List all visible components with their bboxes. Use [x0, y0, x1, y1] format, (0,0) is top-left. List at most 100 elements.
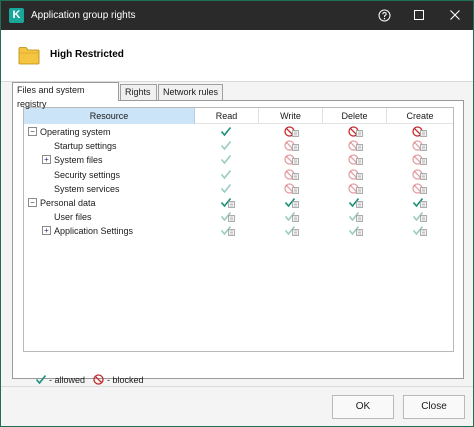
right-cell-delete[interactable]: [323, 153, 387, 167]
inherited-marker-icon: [292, 158, 299, 166]
right-cell-read[interactable]: [195, 182, 259, 196]
dialog-content: Files and system registry Rights Network…: [1, 82, 473, 386]
maximize-icon: [414, 10, 424, 20]
right-cell-read[interactable]: [195, 153, 259, 167]
group-name: High Restricted: [50, 49, 124, 60]
tab-network-rules[interactable]: Network rules: [158, 84, 223, 100]
column-header-write[interactable]: Write: [259, 108, 323, 124]
help-button[interactable]: [367, 1, 401, 30]
right-cell-create[interactable]: [387, 153, 451, 167]
column-header-create[interactable]: Create: [387, 108, 453, 124]
expand-icon[interactable]: +: [42, 155, 51, 165]
right-cell-read[interactable]: [195, 210, 259, 224]
right-cell-write[interactable]: [259, 210, 323, 224]
collapse-icon[interactable]: −: [28, 198, 37, 207]
inherited-marker-icon: [420, 158, 427, 166]
right-cell-create[interactable]: [387, 182, 451, 196]
legend-blocked-label: - blocked: [107, 375, 144, 385]
inherited-marker-icon: [420, 172, 427, 180]
inherited-marker-icon: [420, 229, 427, 237]
right-cell-delete[interactable]: [323, 196, 387, 210]
inherited-marker-icon: [420, 144, 427, 152]
inherited-marker-icon: [420, 201, 427, 208]
rights-grid[interactable]: Resource Read Write Delete Create − Opera…: [23, 107, 454, 352]
table-row[interactable]: + System files: [24, 153, 453, 167]
right-cell-delete[interactable]: [323, 224, 387, 238]
legend-allowed-label: - allowed: [49, 375, 86, 385]
right-cell-create[interactable]: [387, 168, 451, 182]
table-row[interactable]: Security settings: [24, 168, 453, 182]
right-cell-create[interactable]: [387, 210, 451, 224]
right-cell-delete[interactable]: [323, 125, 387, 139]
table-row[interactable]: + Application Settings: [24, 224, 453, 238]
dialog-header: High Restricted: [1, 30, 473, 82]
tab-files-and-system-registry[interactable]: Files and system registry: [12, 82, 119, 109]
title-bar: K Application group rights: [1, 1, 473, 30]
right-cell-delete[interactable]: [323, 168, 387, 182]
inherited-marker-icon: [292, 201, 299, 208]
inherited-marker-icon: [228, 215, 235, 223]
inherited-marker-icon: [356, 229, 363, 237]
inherited-marker-icon: [356, 215, 363, 223]
inherited-marker-icon: [420, 215, 427, 223]
resource-label: System services: [54, 183, 120, 194]
table-row[interactable]: − Personal data: [24, 196, 453, 210]
resource-label: Application Settings: [54, 226, 134, 237]
column-header-delete[interactable]: Delete: [323, 108, 387, 124]
expand-icon[interactable]: +: [42, 226, 51, 236]
inherited-marker-icon: [420, 186, 427, 194]
right-cell-write[interactable]: [259, 196, 323, 210]
right-cell-write[interactable]: [259, 153, 323, 167]
right-cell-create[interactable]: [387, 125, 451, 139]
allowed-check-icon: [220, 169, 232, 179]
inherited-marker-icon: [292, 186, 299, 194]
help-icon: [378, 9, 391, 22]
close-button[interactable]: Close: [403, 395, 465, 419]
inherited-marker-icon: [356, 186, 363, 194]
right-cell-write[interactable]: [259, 224, 323, 238]
resource-label: User files: [54, 212, 92, 223]
right-cell-delete[interactable]: [323, 210, 387, 224]
right-cell-create[interactable]: [387, 196, 451, 210]
window-title: Application group rights: [31, 10, 136, 21]
inherited-marker-icon: [356, 130, 363, 137]
right-cell-delete[interactable]: [323, 182, 387, 196]
resource-label: Personal data: [40, 198, 96, 208]
inherited-marker-icon: [356, 172, 363, 180]
right-cell-create[interactable]: [387, 224, 451, 238]
right-cell-read[interactable]: [195, 196, 259, 210]
inherited-marker-icon: [420, 130, 427, 137]
right-cell-create[interactable]: [387, 139, 451, 153]
right-cell-read[interactable]: [195, 224, 259, 238]
inherited-marker-icon: [356, 144, 363, 152]
right-cell-read[interactable]: [195, 125, 259, 139]
maximize-button[interactable]: [402, 1, 436, 30]
collapse-icon[interactable]: −: [28, 127, 37, 136]
right-cell-write[interactable]: [259, 125, 323, 139]
right-cell-write[interactable]: [259, 182, 323, 196]
allowed-check-icon: [220, 141, 232, 151]
grid-header: Resource Read Write Delete Create: [24, 108, 453, 124]
right-cell-write[interactable]: [259, 139, 323, 153]
column-header-resource[interactable]: Resource: [24, 108, 195, 124]
inherited-marker-icon: [292, 229, 299, 237]
close-window-button[interactable]: [438, 1, 472, 30]
ok-button[interactable]: OK: [332, 395, 394, 419]
right-cell-delete[interactable]: [323, 139, 387, 153]
table-row[interactable]: System services: [24, 182, 453, 196]
resource-label: Operating system: [40, 127, 111, 137]
table-row[interactable]: − Operating system: [24, 125, 453, 139]
right-cell-read[interactable]: [195, 139, 259, 153]
close-icon: [450, 10, 460, 20]
right-cell-read[interactable]: [195, 168, 259, 182]
right-cell-write[interactable]: [259, 168, 323, 182]
tab-rights[interactable]: Rights: [120, 84, 157, 100]
inherited-marker-icon: [292, 172, 299, 180]
table-row[interactable]: User files: [24, 210, 453, 224]
table-row[interactable]: Startup settings: [24, 139, 453, 153]
dialog-footer: OK Close: [1, 386, 473, 426]
inherited-marker-icon: [292, 130, 299, 137]
column-header-read[interactable]: Read: [195, 108, 259, 124]
inherited-marker-icon: [292, 215, 299, 223]
inherited-marker-icon: [228, 201, 235, 208]
